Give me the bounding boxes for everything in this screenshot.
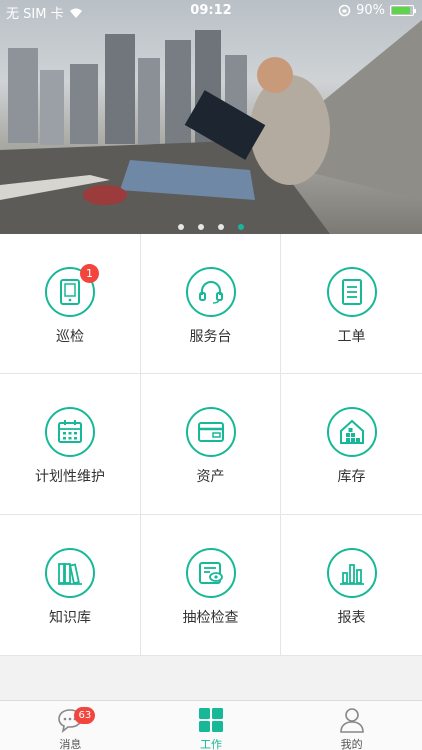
carousel-dot[interactable] <box>198 224 204 230</box>
module-label: 库存 <box>337 469 366 485</box>
module-label: 计划性维护 <box>35 469 105 485</box>
banner-image <box>0 20 422 234</box>
module-label: 抽检检查 <box>182 610 239 626</box>
tab-profile[interactable]: 我的 <box>281 701 422 750</box>
carousel-indicator <box>0 224 422 230</box>
status-bar: 无 SIM 卡 09:12 90% <box>0 0 422 22</box>
banner-carousel[interactable]: 无 SIM 卡 09:12 90% <box>0 0 422 234</box>
carousel-dot-active[interactable] <box>238 224 244 230</box>
inspect-icon <box>185 548 236 598</box>
module-reports[interactable]: 报表 <box>281 515 422 656</box>
card-icon <box>185 407 236 457</box>
tab-label: 工作 <box>200 738 222 750</box>
module-service-desk[interactable]: 服务台 <box>141 234 281 374</box>
tab-work[interactable]: 工作 <box>141 701 282 750</box>
tab-label: 我的 <box>340 738 363 750</box>
tab-bar: 63 消息 工作 我的 <box>0 700 422 750</box>
battery-icon <box>390 5 416 16</box>
orientation-lock-icon <box>338 4 351 17</box>
warehouse-icon <box>326 407 377 457</box>
tab-messages[interactable]: 63 消息 <box>0 701 141 750</box>
calendar-icon <box>45 407 95 457</box>
headset-icon <box>185 267 236 317</box>
module-patrol[interactable]: 1 巡检 <box>0 234 141 374</box>
module-knowledge-base[interactable]: 知识库 <box>0 515 141 656</box>
books-icon <box>45 548 95 598</box>
module-label: 工单 <box>337 329 366 345</box>
module-planned-maintenance[interactable]: 计划性维护 <box>0 374 141 515</box>
bar-chart-icon <box>326 548 377 598</box>
module-spot-check[interactable]: 抽检检查 <box>141 515 281 656</box>
module-label: 知识库 <box>49 610 91 626</box>
tab-label: 消息 <box>59 738 82 750</box>
module-label: 巡检 <box>56 329 84 345</box>
carousel-dot[interactable] <box>178 224 184 230</box>
module-label: 服务台 <box>189 329 232 345</box>
battery-percent: 90% <box>356 3 385 18</box>
carousel-dot[interactable] <box>218 224 224 230</box>
user-icon <box>339 708 364 733</box>
document-icon <box>326 267 377 317</box>
notification-badge: 1 <box>80 264 99 283</box>
module-label: 报表 <box>337 610 366 626</box>
message-count-badge: 63 <box>74 707 96 724</box>
module-work-order[interactable]: 工单 <box>281 234 422 374</box>
module-inventory[interactable]: 库存 <box>281 374 422 515</box>
module-grid: 1 巡检 服务台 工单 计划性维护 资产 库存 知识库 抽检检查 报表 <box>0 234 422 656</box>
module-assets[interactable]: 资产 <box>141 374 281 515</box>
module-label: 资产 <box>196 469 225 485</box>
grid-icon <box>199 708 223 732</box>
